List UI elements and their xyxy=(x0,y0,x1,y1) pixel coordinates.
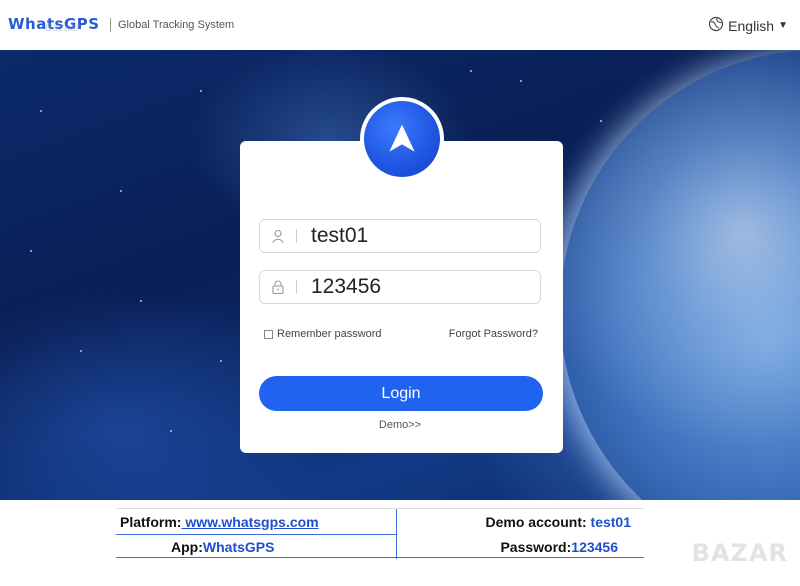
username-field[interactable] xyxy=(259,219,541,253)
demo-account-row: Demo account: test01 xyxy=(486,514,631,530)
navigation-arrow-icon xyxy=(364,101,440,177)
field-divider xyxy=(296,280,297,294)
table-divider xyxy=(116,534,396,535)
platform-url-link[interactable]: www.whatsgps.com xyxy=(181,514,318,530)
forgot-password-link[interactable]: Forgot Password? xyxy=(449,328,538,340)
globe-icon xyxy=(708,16,724,35)
top-bar: WhatsGPS Bazaar Global Tracking System E… xyxy=(0,0,800,50)
password-input[interactable] xyxy=(311,275,531,299)
remember-password[interactable]: Remember password xyxy=(264,328,382,340)
username-input[interactable] xyxy=(311,224,531,248)
login-button[interactable]: Login xyxy=(259,376,543,411)
demo-info-table: Platform: www.whatsgps.com App:WhatsGPS … xyxy=(116,508,644,559)
logo-watermark: Bazaar xyxy=(45,22,80,34)
remember-checkbox[interactable] xyxy=(264,329,273,339)
password-value: 123456 xyxy=(571,539,618,555)
password-row: Password:123456 xyxy=(500,539,618,555)
demo-account-label: Demo account: xyxy=(485,514,591,530)
user-icon xyxy=(260,220,296,252)
platform-row: Platform: www.whatsgps.com xyxy=(120,514,319,530)
logo-badge xyxy=(360,97,444,181)
password-field[interactable] xyxy=(259,270,541,304)
tagline: Global Tracking System xyxy=(118,19,235,31)
app-label: App: xyxy=(171,539,203,555)
language-label: English xyxy=(728,17,775,34)
app-row: App:WhatsGPS xyxy=(171,539,274,555)
demo-link[interactable]: Demo>> xyxy=(0,419,800,431)
demo-account-value: test01 xyxy=(590,514,631,530)
app-value: WhatsGPS xyxy=(202,539,275,555)
lock-icon xyxy=(260,271,296,303)
logo-separator xyxy=(110,18,111,32)
platform-label: Platform: xyxy=(120,514,182,530)
password-label: Password: xyxy=(500,539,572,555)
remember-label: Remember password xyxy=(277,328,382,340)
language-selector[interactable]: English ▼ xyxy=(708,16,788,35)
bazar-watermark: BAZAR xyxy=(691,539,788,567)
caret-down-icon: ▼ xyxy=(778,20,788,31)
table-divider xyxy=(396,509,397,559)
field-divider xyxy=(296,229,297,243)
